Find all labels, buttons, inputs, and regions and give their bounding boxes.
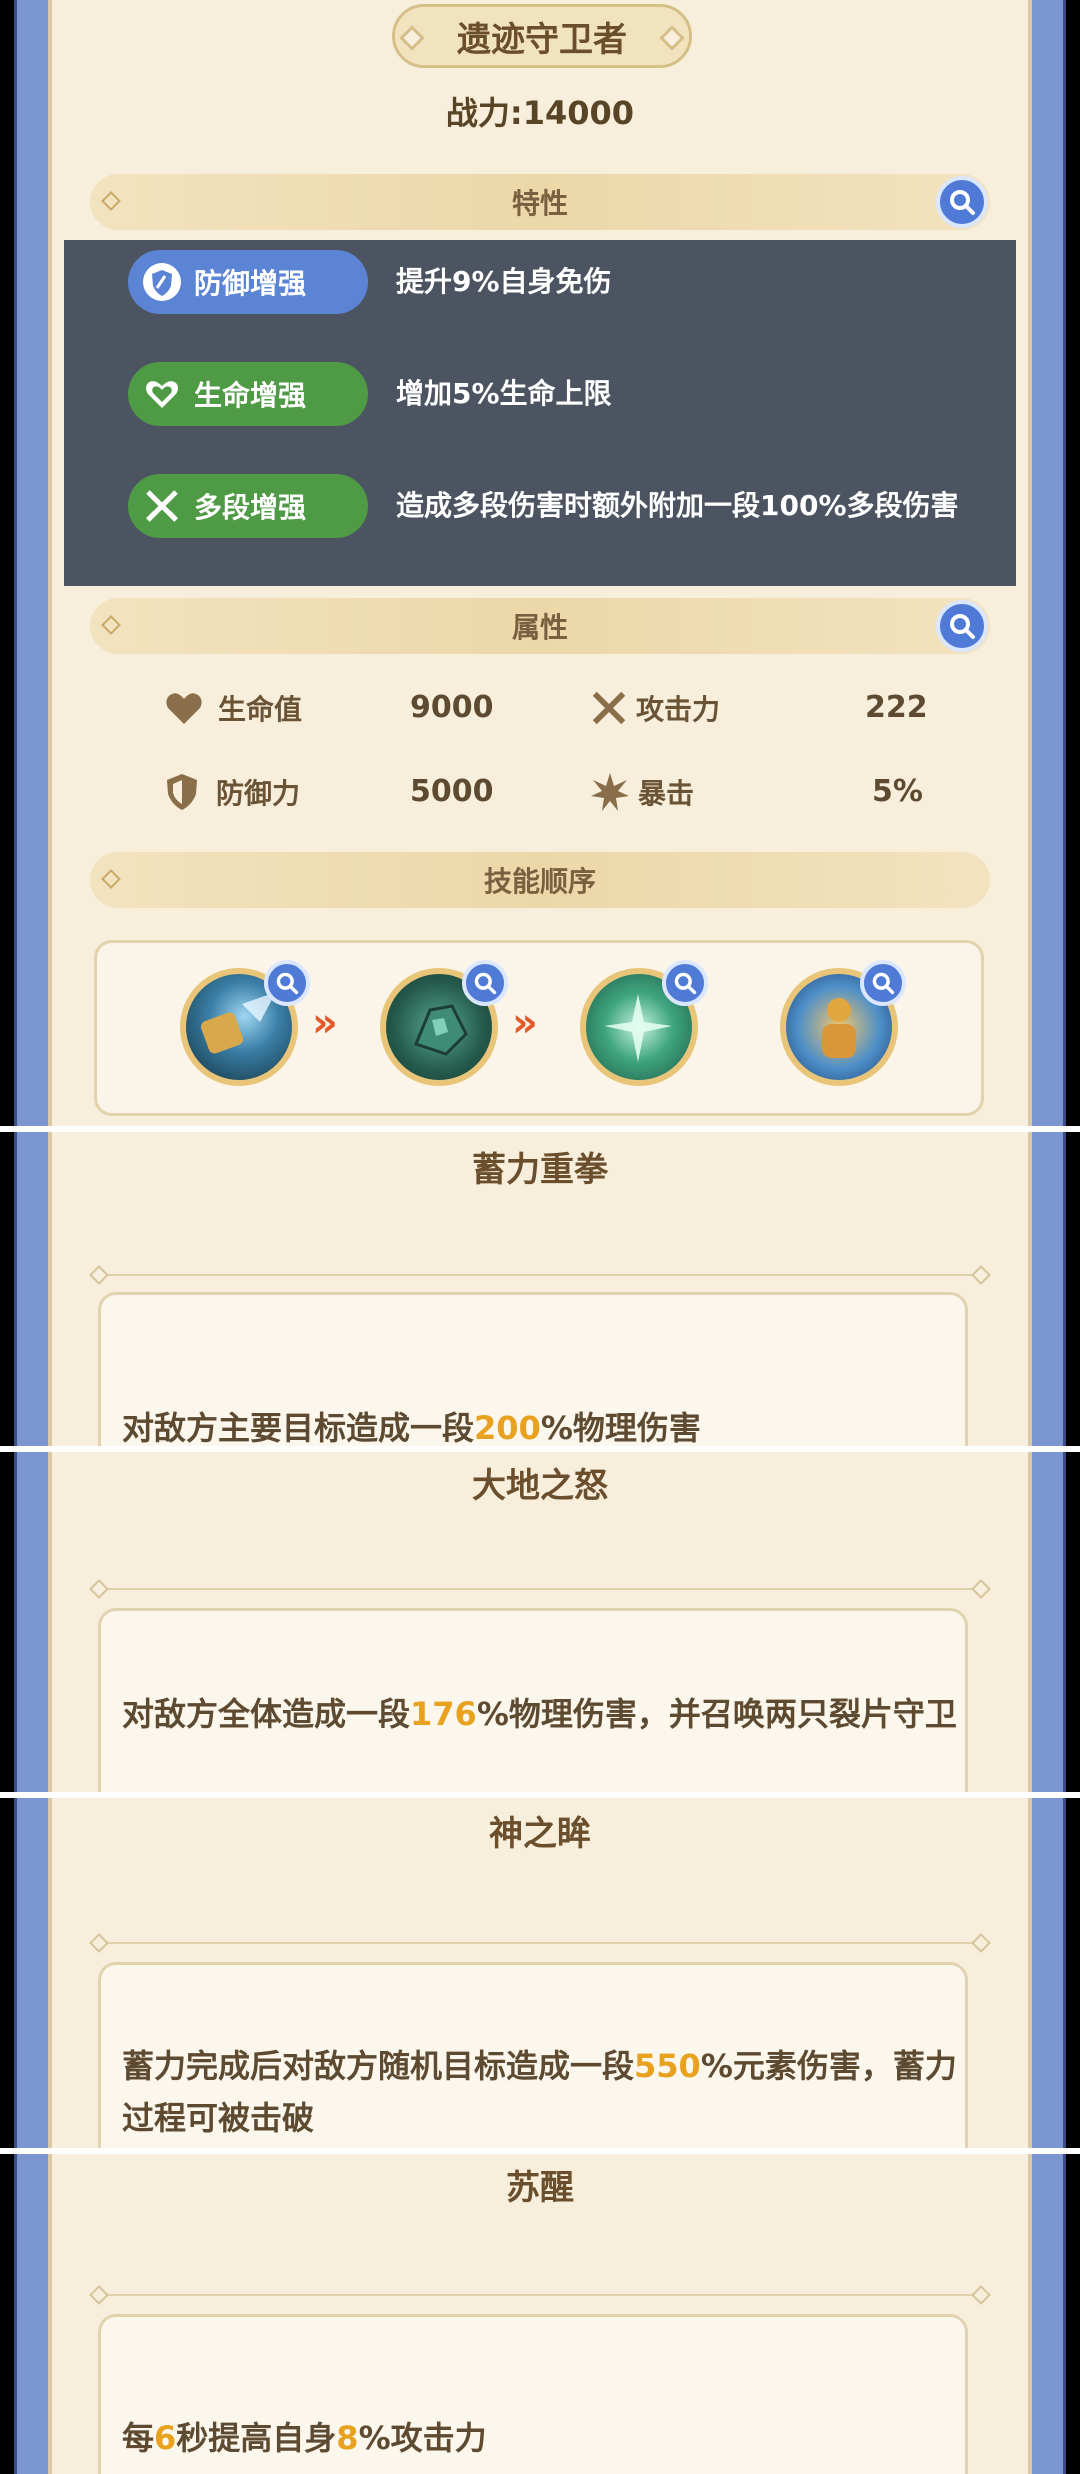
search-icon [276, 972, 299, 995]
attribute-label: 暴击 [638, 777, 695, 810]
trait-label: 防御增强 [194, 267, 307, 300]
skill-3-info-button[interactable] [662, 960, 708, 1006]
skill-name: 苏醒 [506, 2168, 574, 2208]
attributes-section-header: 属性 [90, 598, 990, 654]
attribute-value: 9000 [410, 690, 494, 725]
attribute-label: 生命值 [218, 693, 303, 726]
attribute-label: 攻击力 [636, 693, 721, 726]
skill-order-arrow: » [512, 1000, 538, 1046]
traits-tooltip: 防御增强 提升9%自身免伤 生命增强 增加5%生命上限 多段增强 造成多段伤害时… [64, 240, 1016, 586]
attributes-section-label: 属性 [511, 611, 568, 644]
trait-row-life: 生命增强 增加5%生命上限 [128, 362, 976, 426]
diamond-ornament-icon [101, 869, 121, 889]
skill-4-info-button[interactable] [860, 960, 906, 1006]
search-icon [950, 614, 975, 639]
divider [100, 1274, 980, 1276]
trait-pill-multihit: 多段增强 [128, 474, 368, 538]
traits-search-button[interactable] [936, 176, 988, 228]
divider [100, 2294, 980, 2296]
skill-description: 每6秒提高自身8%攻击力 [122, 2419, 487, 2457]
skill-detail-panel: 蓄力重拳 对敌方主要目标造成一段200%物理伤害 [0, 1132, 1080, 1447]
trait-label: 多段增强 [194, 491, 307, 524]
divider [100, 1588, 980, 1590]
skill-name: 神之眸 [489, 1814, 591, 1854]
skill-value-highlight: 176 [410, 1695, 477, 1733]
trait-description: 造成多段伤害时额外附加一段100%多段伤害 [396, 489, 959, 522]
traits-section-header: 特性 [90, 174, 990, 230]
skill-detail-panel: 神之眸 蓄力完成后对敌方随机目标造成一段550%元素伤害，蓄力过程可被击破 [0, 1798, 1080, 2148]
diamond-ornament-icon [101, 615, 121, 635]
attributes-row-2: 防御力 5000 暴击 5% [160, 764, 940, 824]
attribute-attack: 攻击力 [590, 688, 720, 728]
skill-value-highlight: 6 [154, 2419, 177, 2457]
skill-2-info-button[interactable] [462, 960, 508, 1006]
skill-order-arrow: » [312, 1000, 338, 1046]
skill-description: 蓄力完成后对敌方随机目标造成一段550%元素伤害，蓄力过程可被击破 [122, 2047, 957, 2137]
skill-detail-panel: 苏醒 每6秒提高自身8%攻击力 [0, 2154, 1080, 2474]
attribute-defense: 防御力 [164, 772, 300, 812]
search-icon [474, 972, 497, 995]
skill-order-section-label: 技能顺序 [483, 865, 596, 898]
skill-value-highlight: 200 [474, 1409, 541, 1447]
burst-icon [591, 773, 629, 811]
shield-icon [140, 260, 184, 304]
combat-power: 战力:14000 [445, 94, 635, 132]
crossed-swords-icon [140, 484, 184, 528]
divider [100, 1942, 980, 1944]
trait-label: 生命增强 [194, 379, 307, 412]
character-detail-panel: 遗迹守卫者 战力:14000 特性 防御增强 提升9%自身免伤 生命增强 增加5… [0, 0, 1080, 1126]
traits-section-label: 特性 [511, 187, 568, 220]
heart-icon [166, 693, 202, 724]
attribute-value: 5000 [410, 774, 494, 809]
attribute-crit: 暴击 [590, 772, 694, 812]
attributes-row-1: 生命值 9000 攻击力 222 [160, 680, 940, 740]
diamond-ornament-icon [659, 25, 685, 51]
trait-description: 提升9%自身免伤 [396, 265, 612, 298]
character-name-plate: 遗迹守卫者 [392, 4, 692, 68]
search-icon [674, 972, 697, 995]
skill-detail-panel: 大地之怒 对敌方全体造成一段176%物理伤害，并召唤两只裂片守卫 [0, 1452, 1080, 1792]
trait-row-defense: 防御增强 提升9%自身免伤 [128, 250, 976, 314]
skill-order-section-header: 技能顺序 [90, 852, 990, 908]
attribute-value: 222 [865, 690, 928, 725]
skill-description: 对敌方全体造成一段176%物理伤害，并召唤两只裂片守卫 [122, 1695, 957, 1733]
search-icon [950, 190, 975, 215]
diamond-ornament-icon [399, 25, 425, 51]
attribute-value: 5% [872, 774, 923, 809]
skill-name: 大地之怒 [472, 1466, 608, 1506]
crossed-swords-icon [592, 691, 626, 725]
skill-name: 蓄力重拳 [472, 1150, 608, 1190]
character-name: 遗迹守卫者 [457, 19, 627, 60]
skill-1-info-button[interactable] [264, 960, 310, 1006]
skill-value-highlight: 550 [634, 2047, 701, 2085]
search-icon [872, 972, 895, 995]
shield-icon [167, 774, 197, 810]
heart-icon [140, 372, 184, 416]
diamond-ornament-icon [101, 191, 121, 211]
attributes-search-button[interactable] [936, 600, 988, 652]
trait-pill-life: 生命增强 [128, 362, 368, 426]
skill-value-highlight: 8 [336, 2419, 359, 2457]
trait-row-multihit: 多段增强 造成多段伤害时额外附加一段100%多段伤害 [128, 474, 976, 538]
trait-description: 增加5%生命上限 [396, 377, 612, 410]
attribute-hp: 生命值 [164, 688, 302, 728]
attribute-label: 防御力 [216, 777, 301, 810]
trait-pill-defense: 防御增强 [128, 250, 368, 314]
